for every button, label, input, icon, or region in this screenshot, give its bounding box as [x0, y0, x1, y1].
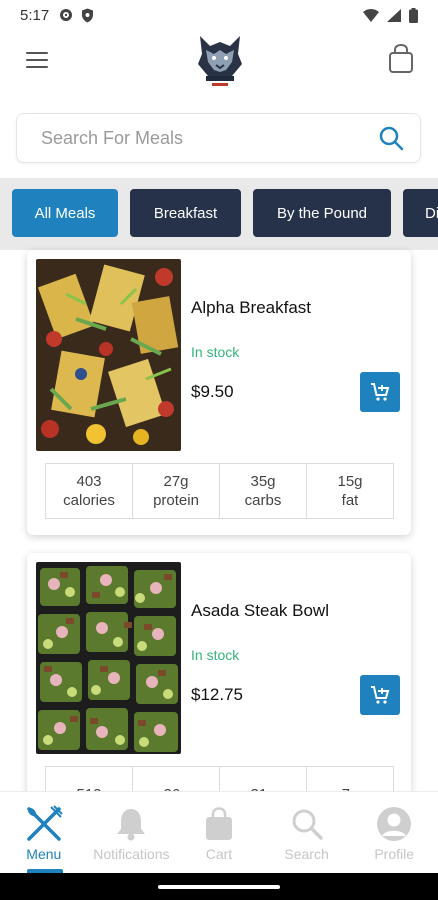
stock-status: In stock: [191, 344, 240, 360]
status-time: 5:17: [20, 6, 50, 24]
nav-label: Cart: [205, 846, 233, 862]
stock-status: In stock: [191, 647, 240, 663]
app-header: [0, 30, 438, 92]
wifi-icon: [363, 8, 379, 22]
nutrition-fat: 15g fat: [306, 463, 394, 519]
meal-name[interactable]: Asada Steak Bowl: [191, 601, 329, 621]
fork-knife-icon: [27, 805, 63, 841]
add-to-cart-button[interactable]: [360, 372, 400, 412]
tab-by-the-pound[interactable]: By the Pound: [253, 189, 391, 237]
nav-notifications[interactable]: Notifications: [88, 792, 176, 873]
nav-label: Search: [284, 846, 329, 862]
search-icon: [292, 809, 323, 840]
meal-price: $9.50: [191, 382, 234, 401]
tab-breakfast[interactable]: Breakfast: [130, 189, 241, 237]
search-bar: [16, 113, 421, 163]
wolf-logo-icon: [198, 36, 242, 86]
nutrition-protein: 27g protein: [132, 463, 220, 519]
add-to-cart-icon: [371, 686, 390, 704]
nutrition-table: 403 calories 27g protein 35g carbs 15g f…: [45, 463, 394, 519]
shopping-bag-button[interactable]: [388, 44, 414, 74]
home-gesture-handle[interactable]: [158, 884, 280, 889]
shopping-bag-icon: [205, 807, 232, 840]
battery-icon: [409, 7, 418, 23]
meal-card[interactable]: Alpha Breakfast In stock $9.50 403 calor…: [27, 250, 411, 535]
bell-icon: [117, 809, 146, 841]
system-gesture-bar: [0, 873, 438, 900]
category-tab-strip: All Meals Breakfast By the Pound Di: [0, 178, 438, 250]
search-icon[interactable]: [378, 125, 404, 151]
signal-icon: [387, 8, 401, 22]
hamburger-icon: [26, 52, 48, 54]
nav-profile[interactable]: Profile: [350, 792, 438, 873]
meal-name[interactable]: Alpha Breakfast: [191, 298, 311, 318]
status-bar: 5:17: [0, 0, 438, 30]
hamburger-menu-button[interactable]: [24, 48, 50, 72]
tab-all-meals[interactable]: All Meals: [12, 189, 118, 237]
nav-cart[interactable]: Cart: [175, 792, 263, 873]
tab-dinner[interactable]: Di: [403, 189, 438, 237]
add-to-cart-button[interactable]: [360, 675, 400, 715]
gear-icon: [60, 9, 73, 21]
nav-label: Notifications: [93, 846, 170, 862]
nutrition-calories: 403 calories: [45, 463, 133, 519]
steak-bowl-image: [36, 562, 181, 754]
profile-icon: [377, 807, 412, 841]
nav-search[interactable]: Search: [263, 792, 351, 873]
breakfast-meal-image: [36, 259, 181, 451]
bottom-navigation: Menu Notifications Cart Search Profile: [0, 791, 438, 873]
nav-menu[interactable]: Menu: [0, 792, 88, 873]
nav-label: Menu: [26, 846, 62, 862]
add-to-cart-icon: [371, 383, 390, 401]
nutrition-carbs: 35g carbs: [219, 463, 307, 519]
shield-icon: [82, 8, 94, 22]
nav-label: Profile: [374, 846, 415, 862]
meal-price: $12.75: [191, 685, 243, 704]
search-input[interactable]: [41, 127, 378, 149]
